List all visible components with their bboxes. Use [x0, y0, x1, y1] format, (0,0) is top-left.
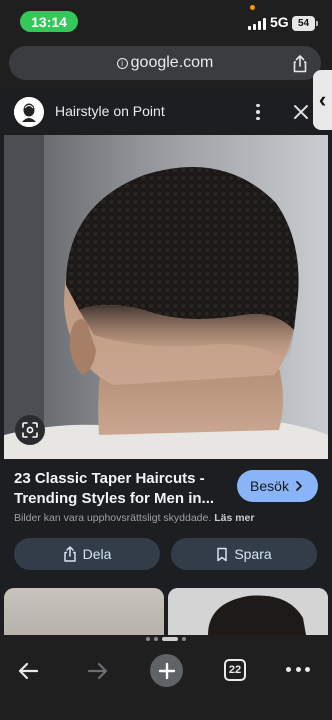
- google-lens-icon[interactable]: [15, 415, 45, 445]
- network-type: 5G: [270, 14, 289, 30]
- forward-arrow-icon[interactable]: [84, 658, 110, 684]
- related-image-thumbnail[interactable]: [4, 588, 164, 635]
- battery-icon: 54: [292, 16, 318, 31]
- info-icon[interactable]: i: [116, 58, 128, 69]
- url-text: google.com: [130, 54, 214, 71]
- status-time: 13:14: [20, 11, 78, 32]
- share-button-label: Dela: [82, 546, 112, 562]
- address-bar[interactable]: i google.com: [9, 46, 321, 80]
- visit-button-label: Besök: [250, 478, 289, 494]
- save-button[interactable]: Spara: [171, 538, 317, 570]
- plus-icon: [158, 662, 175, 679]
- carousel-indicator: [146, 636, 186, 642]
- kebab-menu-icon[interactable]: [250, 101, 266, 123]
- new-tab-button[interactable]: [150, 654, 183, 687]
- preview-image[interactable]: [4, 135, 328, 459]
- visit-button[interactable]: Besök: [237, 470, 318, 502]
- copyright-text: Bilder kan vara upphovsrättsligt skyddad…: [14, 512, 212, 524]
- signal-icon: [248, 17, 266, 30]
- back-arrow-icon[interactable]: [16, 658, 42, 684]
- save-button-label: Spara: [234, 546, 272, 562]
- privacy-indicator-dot: [250, 5, 255, 10]
- chevron-right-icon: [296, 481, 302, 491]
- more-icon[interactable]: [286, 667, 310, 673]
- bookmark-icon: [217, 547, 228, 561]
- url-display[interactable]: i google.com: [9, 54, 321, 72]
- result-title[interactable]: 23 Classic Taper Haircuts - Trending Sty…: [14, 469, 229, 509]
- tab-count: 22: [228, 664, 242, 676]
- share-button[interactable]: Dela: [14, 538, 160, 570]
- share-icon: [63, 546, 76, 562]
- site-favicon: [14, 97, 44, 127]
- tabs-icon[interactable]: 22: [224, 659, 246, 681]
- battery-level: 54: [297, 18, 310, 29]
- site-title[interactable]: Hairstyle on Point: [55, 103, 165, 119]
- close-icon[interactable]: [290, 101, 312, 123]
- related-image-thumbnail[interactable]: [168, 588, 328, 635]
- learn-more-link[interactable]: Läs mer: [214, 512, 254, 524]
- share-icon[interactable]: [290, 54, 310, 74]
- side-panel-chevron-icon[interactable]: ‹: [313, 70, 332, 130]
- copyright-notice: Bilder kan vara upphovsrättsligt skyddad…: [14, 512, 254, 524]
